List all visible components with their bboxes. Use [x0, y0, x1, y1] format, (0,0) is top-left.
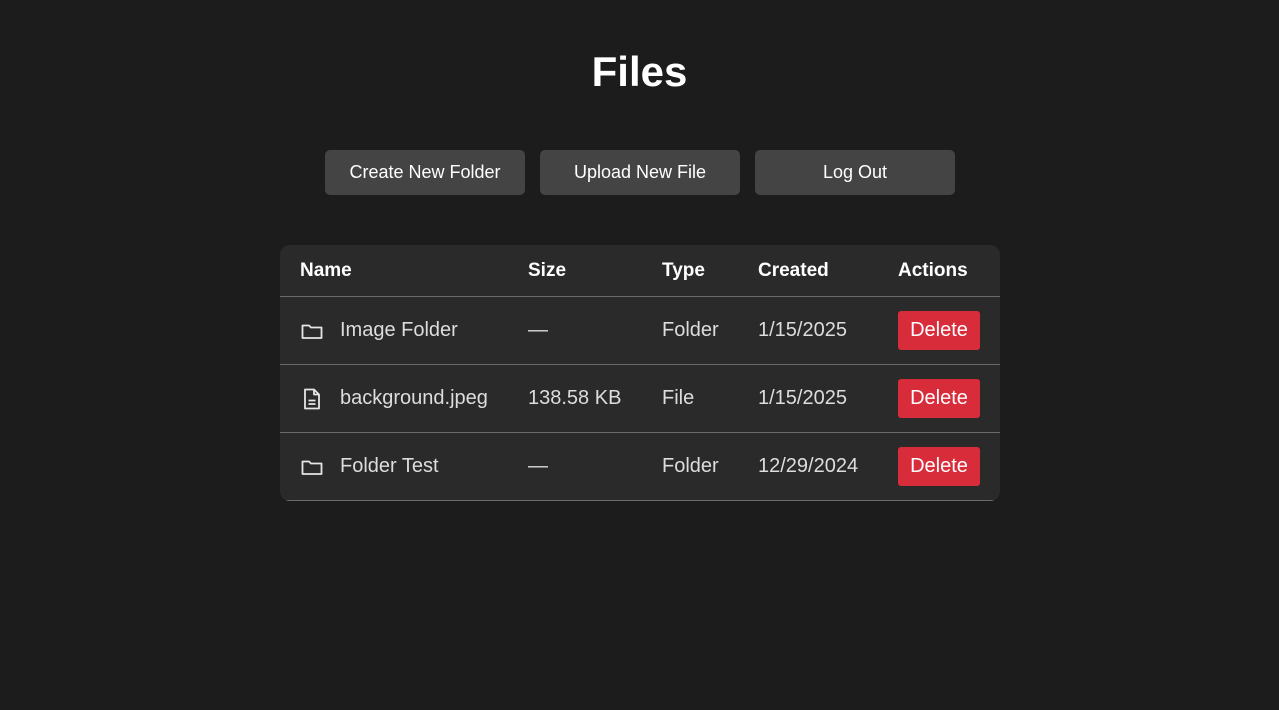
type-cell: File: [662, 387, 695, 409]
folder-icon: [300, 455, 324, 479]
page-title: Files: [591, 48, 688, 95]
header-size: Size: [528, 259, 567, 281]
type-cell: Folder: [662, 455, 719, 477]
header-created: Created: [758, 259, 829, 281]
file-name[interactable]: Folder Test: [340, 455, 439, 478]
delete-button[interactable]: Delete: [898, 311, 980, 350]
upload-file-button[interactable]: Upload New File: [540, 150, 740, 195]
created-cell: 12/29/2024: [758, 455, 859, 477]
file-icon: [300, 387, 324, 411]
file-name[interactable]: background.jpeg: [340, 387, 488, 410]
folder-icon: [300, 319, 324, 343]
created-cell: 1/15/2025: [758, 319, 847, 341]
actions-cell: Delete: [898, 297, 980, 364]
size-cell: 138.58 KB: [528, 387, 622, 409]
created-cell: 1/15/2025: [758, 387, 847, 409]
actions-cell: Delete: [898, 433, 980, 500]
logout-button[interactable]: Log Out: [755, 150, 955, 195]
size-cell: —: [528, 319, 548, 341]
create-folder-button[interactable]: Create New Folder: [325, 150, 525, 195]
type-cell: Folder: [662, 319, 719, 341]
name-cell: Folder Test: [300, 433, 439, 500]
table-header: Name Size Type Created Actions: [280, 245, 1000, 297]
header-name: Name: [300, 259, 352, 281]
size-cell: —: [528, 455, 548, 477]
toolbar: Create New Folder Upload New File Log Ou…: [325, 150, 955, 195]
delete-button[interactable]: Delete: [898, 447, 980, 486]
table-row[interactable]: Image Folder — Folder 1/15/2025 Delete: [280, 297, 1000, 365]
actions-cell: Delete: [898, 365, 980, 432]
files-table: Name Size Type Created Actions Image Fol…: [280, 245, 1000, 501]
table-row[interactable]: background.jpeg 138.58 KB File 1/15/2025…: [280, 365, 1000, 433]
header-actions: Actions: [898, 259, 968, 281]
name-cell: Image Folder: [300, 297, 458, 364]
delete-button[interactable]: Delete: [898, 379, 980, 418]
file-name[interactable]: Image Folder: [340, 319, 458, 342]
name-cell: background.jpeg: [300, 365, 488, 432]
header-type: Type: [662, 259, 705, 281]
table-row[interactable]: Folder Test — Folder 12/29/2024 Delete: [280, 433, 1000, 501]
